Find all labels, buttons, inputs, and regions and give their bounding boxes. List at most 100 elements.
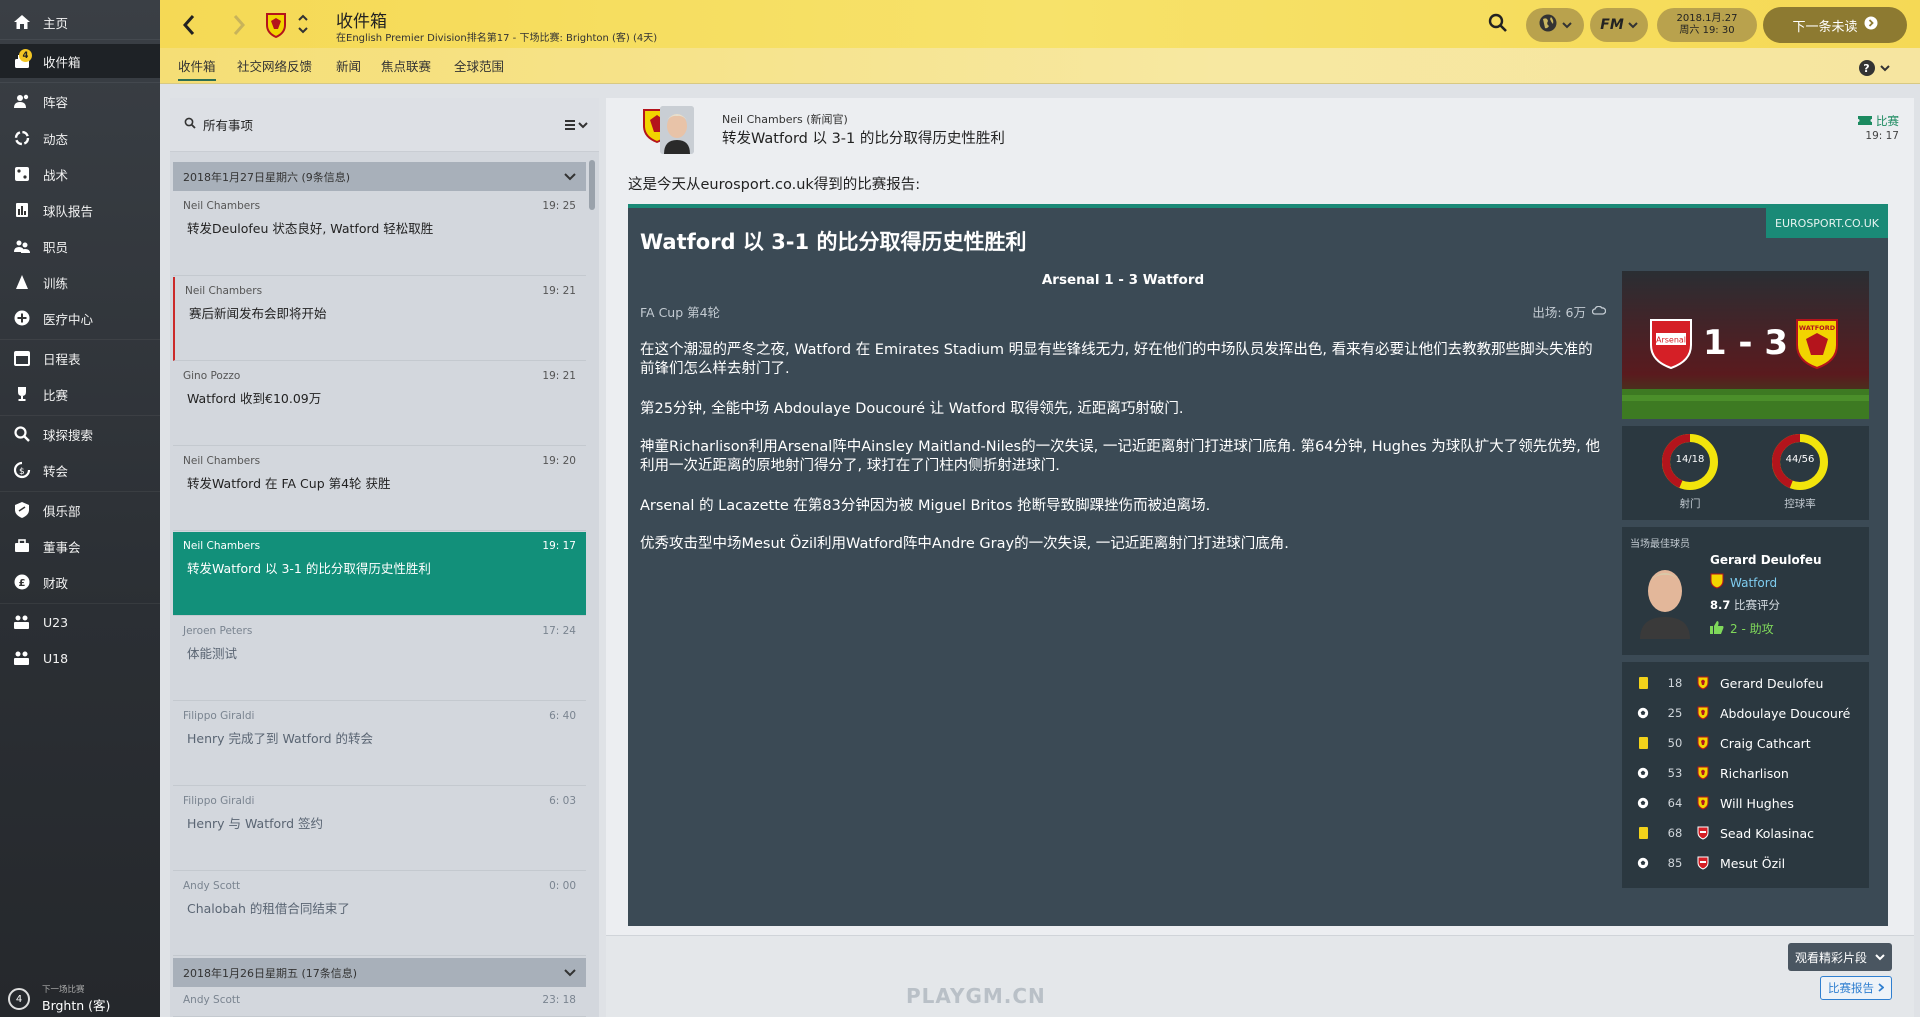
event-player[interactable]: Mesut Özil bbox=[1720, 856, 1785, 871]
u18-icon bbox=[12, 648, 32, 668]
staff-icon bbox=[12, 236, 32, 256]
filter-bar[interactable]: 所有事项 bbox=[170, 98, 599, 152]
sidebar-item-scouting[interactable]: 球探搜索 bbox=[0, 417, 160, 451]
search-button[interactable] bbox=[1485, 12, 1511, 38]
message-time: 0: 00 bbox=[549, 880, 576, 892]
world-menu-button[interactable] bbox=[1526, 8, 1584, 42]
event-minute: 68 bbox=[1667, 826, 1683, 840]
player-of-the-match-card[interactable]: 当场最佳球员 Gerard Deulofeu Watford 8.7 比赛评分 … bbox=[1622, 527, 1869, 655]
shots-value: 14/18 bbox=[1675, 454, 1705, 465]
list-scrollbar[interactable] bbox=[589, 160, 595, 210]
next-match-label: 下一场比赛 bbox=[42, 984, 85, 995]
event-player[interactable]: Gerard Deulofeu bbox=[1720, 676, 1823, 691]
message-time: 19: 21 bbox=[542, 285, 576, 297]
chevron-right-icon bbox=[1878, 981, 1885, 995]
message-time: 19: 17 bbox=[542, 540, 576, 552]
date-group-label: 2018年1月27日星期六 (9条信息) bbox=[183, 170, 351, 184]
sidebar-item-finances[interactable]: £ 财政 bbox=[0, 565, 160, 599]
sidebar-item-home[interactable]: 主页 bbox=[0, 5, 160, 39]
message-subject: Watford 收到€10.09万 bbox=[187, 391, 322, 406]
sidebar-item-training[interactable]: 训练 bbox=[0, 265, 160, 299]
list-item-selected[interactable]: Neil Chambers 19: 17 转发Watford 以 3-1 的比分… bbox=[173, 532, 586, 616]
sidebar-item-board[interactable]: 董事会 bbox=[0, 529, 160, 563]
score-card[interactable]: Arsenal 1 - 3 WATFORD bbox=[1622, 271, 1869, 419]
help-button[interactable]: ? bbox=[1854, 59, 1894, 77]
article-paragraph: 神童Richarlison利用Arsenal阵中Ainsley Maitland… bbox=[640, 439, 1600, 474]
date-group-header[interactable]: 2018年1月27日星期六 (9条信息) bbox=[173, 162, 586, 191]
event-player[interactable]: Will Hughes bbox=[1720, 796, 1794, 811]
tab-focus-leagues[interactable]: 焦点联赛 bbox=[381, 56, 431, 79]
sidebar-item-staff[interactable]: 职员 bbox=[0, 229, 160, 263]
potm-club[interactable]: Watford bbox=[1710, 573, 1777, 593]
sidebar: 主页 4 收件箱 阵容 动态 战术 球队报告 职员 训练 医疗中心 日程表 比赛… bbox=[0, 0, 160, 1017]
event-player[interactable]: Abdoulaye Doucouré bbox=[1720, 706, 1850, 721]
message-category-tag[interactable]: 比赛 bbox=[1858, 113, 1899, 129]
inbox-unread-badge: 4 bbox=[19, 49, 32, 62]
watford-crest-icon bbox=[1692, 766, 1714, 780]
transfer-icon: $ bbox=[12, 460, 32, 480]
next-match[interactable]: 4 下一场比赛 Brghtn (客) bbox=[0, 981, 160, 1017]
shots-ring: 14/18 bbox=[1660, 432, 1720, 492]
list-item[interactable]: Filippo Giraldi 6: 40 Henry 完成了到 Watford… bbox=[173, 702, 586, 786]
match-report-button[interactable]: 比赛报告 bbox=[1820, 976, 1892, 1000]
watford-crest-icon bbox=[1692, 736, 1714, 750]
event-player[interactable]: Richarlison bbox=[1720, 766, 1789, 781]
fm-menu-button[interactable]: FM bbox=[1590, 8, 1648, 42]
message-sender: Gino Pozzo bbox=[183, 370, 241, 382]
highlights-button[interactable]: 观看精彩片段 bbox=[1788, 943, 1892, 971]
event-player[interactable]: Sead Kolasinac bbox=[1720, 826, 1814, 841]
player-photo bbox=[1636, 557, 1694, 639]
svg-text:$: $ bbox=[19, 467, 25, 477]
article-paragraph: 第25分钟, 全能中场 Abdoulaye Doucouré 让 Watford… bbox=[640, 401, 1184, 417]
sidebar-item-calendar[interactable]: 日程表 bbox=[0, 341, 160, 375]
list-item[interactable]: Gino Pozzo 19: 21 Watford 收到€10.09万 bbox=[173, 362, 586, 446]
list-item[interactable]: Jeroen Peters 17: 24 体能测试 bbox=[173, 617, 586, 701]
list-item[interactable]: Neil Chambers 19: 25 转发Deulofeu 状态良好, Wa… bbox=[173, 192, 586, 276]
sidebar-item-label: 俱乐部 bbox=[43, 503, 81, 519]
forward-button[interactable] bbox=[228, 12, 250, 38]
sidebar-item-medical[interactable]: 医疗中心 bbox=[0, 301, 160, 335]
list-item[interactable]: Andy Scott 23: 18 bbox=[173, 988, 586, 1017]
ticket-icon bbox=[1858, 114, 1872, 128]
sidebar-item-inbox[interactable]: 4 收件箱 bbox=[0, 44, 160, 78]
list-options-menu-icon[interactable] bbox=[565, 118, 589, 136]
tab-social-feed[interactable]: 社交网络反馈 bbox=[237, 56, 312, 79]
next-match-days: 4 bbox=[8, 988, 30, 1010]
list-item[interactable]: Andy Scott 0: 00 Chalobah 的租借合同结束了 bbox=[173, 872, 586, 956]
sidebar-item-u18[interactable]: U18 bbox=[0, 641, 160, 675]
potm-label: 当场最佳球员 bbox=[1630, 539, 1690, 550]
sidebar-item-team-report[interactable]: 球队报告 bbox=[0, 193, 160, 227]
away-badge-text: WATFORD bbox=[1799, 324, 1836, 332]
sidebar-item-squad[interactable]: 阵容 bbox=[0, 84, 160, 118]
list-item[interactable]: Neil Chambers 19: 20 转发Watford 在 FA Cup … bbox=[173, 447, 586, 531]
club-crest-icon[interactable] bbox=[264, 11, 288, 39]
tab-worldwide[interactable]: 全球范围 bbox=[454, 56, 504, 79]
sidebar-item-label: 球队报告 bbox=[43, 203, 94, 219]
back-button[interactable] bbox=[178, 12, 200, 38]
sidebar-item-competitions[interactable]: 比赛 bbox=[0, 377, 160, 411]
event-player[interactable]: Craig Cathcart bbox=[1720, 736, 1811, 751]
game-date-button[interactable]: 2018.1月.27 周六 19: 30 bbox=[1657, 8, 1757, 42]
list-item[interactable]: Filippo Giraldi 6: 03 Henry 与 Watford 签约 bbox=[173, 787, 586, 871]
message-subject: 转发Watford 在 FA Cup 第4轮 获胜 bbox=[187, 476, 391, 491]
sidebar-item-club[interactable]: 俱乐部 bbox=[0, 493, 160, 527]
bottom-action-bar: 观看精彩片段 比赛报告 PLAYGM.CN bbox=[606, 935, 1914, 1017]
page-subtitle: 在English Premier Division排名第17 - 下场比赛: B… bbox=[336, 33, 658, 44]
message-subject: Chalobah 的租借合同结束了 bbox=[187, 901, 350, 916]
message-sender: Andy Scott bbox=[183, 880, 241, 892]
help-icon: ? bbox=[1858, 60, 1875, 76]
sidebar-item-tactics[interactable]: 战术 bbox=[0, 157, 160, 191]
list-item[interactable]: Neil Chambers 19: 21 赛后新闻发布会即将开始 bbox=[173, 277, 586, 361]
tab-news[interactable]: 新闻 bbox=[336, 56, 361, 79]
message-sender: Jeroen Peters bbox=[183, 625, 253, 637]
sidebar-item-u23[interactable]: U23 bbox=[0, 605, 160, 639]
potm-player-name[interactable]: Gerard Deulofeu bbox=[1710, 553, 1822, 567]
sidebar-item-label: 日程表 bbox=[43, 351, 81, 367]
sidebar-item-transfers[interactable]: $ 转会 bbox=[0, 453, 160, 487]
date-group-header[interactable]: 2018年1月26日星期五 (17条信息) bbox=[173, 958, 586, 987]
tab-inbox[interactable]: 收件箱 bbox=[178, 56, 216, 81]
club-switch-chevron-icon[interactable] bbox=[296, 10, 310, 38]
sidebar-item-dynamics[interactable]: 动态 bbox=[0, 121, 160, 155]
event-minute: 85 bbox=[1667, 856, 1683, 870]
continue-button[interactable]: 下一条未读 bbox=[1763, 7, 1907, 43]
